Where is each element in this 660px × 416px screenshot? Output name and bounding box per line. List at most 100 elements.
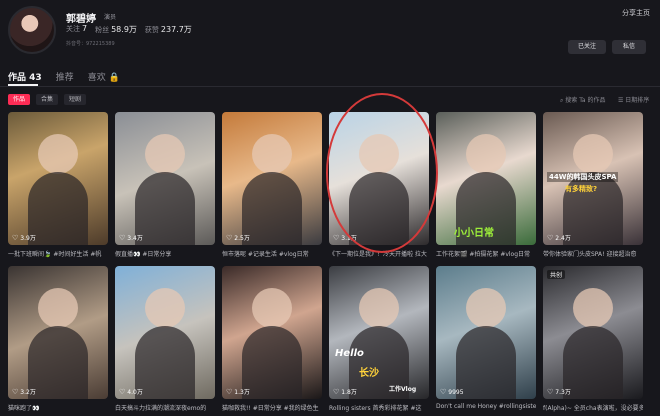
person-figure bbox=[252, 134, 292, 174]
video-thumbnail[interactable]: ♡ 3.4万 bbox=[115, 112, 215, 245]
video-thumbnail[interactable]: ♡ 1.8万 Hello 长沙工作Vlog bbox=[329, 266, 429, 399]
tab-likes[interactable]: 喜欢 🔒 bbox=[88, 70, 120, 83]
video-thumbnail[interactable]: ♡ 2.5万 bbox=[222, 112, 322, 245]
video-caption[interactable]: Don't call me Honey #rollingsisters bbox=[436, 403, 536, 410]
person-body bbox=[135, 172, 195, 245]
video-thumbnail[interactable]: ♡ 3.9万 bbox=[8, 112, 108, 245]
profile-uid: 抖音号：972215389 bbox=[66, 41, 115, 47]
highlight-circle-annotation bbox=[326, 93, 438, 253]
overlay-text-changsha: 长沙 bbox=[359, 368, 379, 379]
heart-icon: ♡ bbox=[333, 233, 340, 242]
video-caption[interactable]: 假直播👀 #日常分享 bbox=[115, 249, 215, 258]
heart-icon: ♡ bbox=[119, 387, 126, 396]
message-button[interactable]: 私信 bbox=[612, 40, 646, 54]
person-body bbox=[563, 172, 623, 245]
person-figure bbox=[38, 288, 78, 328]
person-figure bbox=[252, 288, 292, 328]
like-count: ♡ 3.2万 bbox=[12, 387, 36, 397]
heart-icon: ♡ bbox=[440, 388, 447, 396]
heart-icon: ♡ bbox=[226, 233, 233, 242]
heart-icon: ♡ bbox=[226, 387, 233, 396]
like-count: ♡ 4.0万 bbox=[119, 387, 143, 397]
works-search-input[interactable]: ⌕ 搜索 Ta 的作品 bbox=[560, 95, 605, 105]
profile-stats: 关注 7 粉丝 58.9万 获赞 237.7万 bbox=[66, 24, 192, 35]
heart-icon: ♡ bbox=[119, 233, 126, 242]
like-count: ♡ 9995 bbox=[440, 388, 464, 396]
like-count-text: 2.4万 bbox=[555, 235, 571, 242]
video-caption[interactable]: 带你体验家门头皮SPA! 迎接超治愈 bbox=[543, 249, 643, 258]
video-thumbnail[interactable]: ♡ 1.3万 bbox=[222, 266, 322, 399]
heart-icon: ♡ bbox=[12, 233, 19, 242]
overlay-text-spa: 44W的韩国头皮SPA bbox=[547, 172, 619, 182]
share-profile-link[interactable]: 分享主页 bbox=[622, 8, 650, 18]
tab-recommend[interactable]: 推荐 bbox=[56, 70, 74, 83]
video-caption[interactable]: 猫咪跑了👀 bbox=[8, 403, 108, 412]
filter-works[interactable]: 作品 bbox=[8, 94, 31, 105]
like-count: ♡ 3.4万 bbox=[119, 233, 143, 243]
verified-badge: 演员 bbox=[104, 14, 117, 21]
video-thumbnail[interactable]: ♡ 4.0万 bbox=[115, 266, 215, 399]
profile-name: 郭碧婷 bbox=[66, 14, 96, 25]
video-caption[interactable]: 一批下班瞬间🍃 #时间好生活 #帆 bbox=[8, 249, 108, 258]
like-count: ♡ 1.8万 bbox=[333, 387, 357, 397]
video-caption[interactable]: 恒市落呢 #记录生活 #vlog日常 bbox=[222, 249, 322, 258]
person-body bbox=[28, 326, 88, 399]
video-caption[interactable]: f(Alpha)~ 全员cha表演啦，没必要多 bbox=[543, 403, 643, 412]
person-body bbox=[28, 172, 88, 245]
video-caption[interactable]: 工作花絮🎬 #拍摄花絮 #vlog日常 bbox=[436, 249, 536, 258]
heart-icon: ♡ bbox=[12, 387, 19, 396]
like-count-text: 7.3万 bbox=[555, 389, 571, 396]
heart-icon: ♡ bbox=[333, 387, 340, 396]
like-count: ♡ 7.3万 bbox=[547, 387, 571, 397]
profile-avatar[interactable] bbox=[8, 6, 56, 54]
tab-works[interactable]: 作品 43 bbox=[8, 70, 42, 83]
heart-icon: ♡ bbox=[547, 387, 554, 396]
like-count: ♡ 2.4万 bbox=[547, 233, 571, 243]
video-thumbnail[interactable]: ♡ 3.2万 bbox=[8, 266, 108, 399]
person-body bbox=[135, 326, 195, 399]
like-count-text: 3.2万 bbox=[20, 389, 36, 396]
video-thumbnail[interactable]: ♡ 9995 bbox=[436, 266, 536, 399]
stat-followers[interactable]: 粉丝 58.9万 bbox=[95, 24, 137, 35]
like-count-text: 3.4万 bbox=[127, 235, 143, 242]
video-thumbnail[interactable]: 小小日常 bbox=[436, 112, 536, 245]
sort-dropdown[interactable]: ☰ 日期排序 bbox=[618, 95, 649, 104]
person-body bbox=[456, 326, 516, 399]
person-figure bbox=[573, 288, 613, 328]
like-count-text: 2.5万 bbox=[234, 235, 250, 242]
person-body bbox=[242, 326, 302, 399]
overlay-text-vlog: 工作Vlog bbox=[389, 386, 417, 393]
followed-button[interactable]: 已关注 bbox=[568, 40, 606, 54]
heart-icon: ♡ bbox=[547, 233, 554, 242]
overlay-text-hello: Hello bbox=[335, 348, 364, 359]
like-count-text: 1.3万 bbox=[234, 389, 250, 396]
filter-collections[interactable]: 合集 bbox=[36, 94, 59, 105]
filter-chips: 作品 合集 短剧 bbox=[8, 94, 87, 105]
person-body bbox=[563, 326, 623, 399]
like-count-text: 1.8万 bbox=[341, 389, 357, 396]
filter-shorts[interactable]: 短剧 bbox=[64, 94, 87, 105]
person-figure bbox=[145, 134, 185, 174]
person-figure bbox=[466, 134, 506, 174]
video-caption[interactable]: 猫咖救我!! #日常分享 #我的绿色生 bbox=[222, 403, 322, 412]
like-count-text: 3.9万 bbox=[20, 235, 36, 242]
person-figure bbox=[466, 288, 506, 328]
video-caption[interactable]: 白天搞斗力拉满的潮流深夜emo的 bbox=[115, 403, 215, 412]
like-count: ♡ 1.3万 bbox=[226, 387, 250, 397]
person-figure bbox=[573, 134, 613, 174]
stat-following[interactable]: 关注 7 bbox=[66, 24, 87, 35]
video-caption[interactable]: Rolling sisters 首秀彩排花絮 #这 bbox=[329, 403, 429, 412]
person-body bbox=[242, 172, 302, 245]
overlay-text-daily: 小小日常 bbox=[454, 228, 494, 239]
video-thumbnail[interactable]: ♡ 2.4万 44W的韩国头皮SPA 有多精致? bbox=[543, 112, 643, 245]
profile-tabs: 作品 43 推荐 喜欢 🔒 bbox=[8, 70, 120, 83]
like-count-text: 4.0万 bbox=[127, 389, 143, 396]
overlay-text-spa-sub: 有多精致? bbox=[565, 185, 598, 193]
tabs-divider bbox=[0, 86, 660, 87]
person-figure bbox=[359, 288, 399, 328]
person-figure bbox=[38, 134, 78, 174]
video-thumbnail[interactable]: ♡ 7.3万 共创 bbox=[543, 266, 643, 399]
co-create-tag: 共创 bbox=[547, 270, 566, 279]
like-count-text: 9995 bbox=[448, 388, 464, 396]
stat-likes: 获赞 237.7万 bbox=[144, 25, 192, 34]
